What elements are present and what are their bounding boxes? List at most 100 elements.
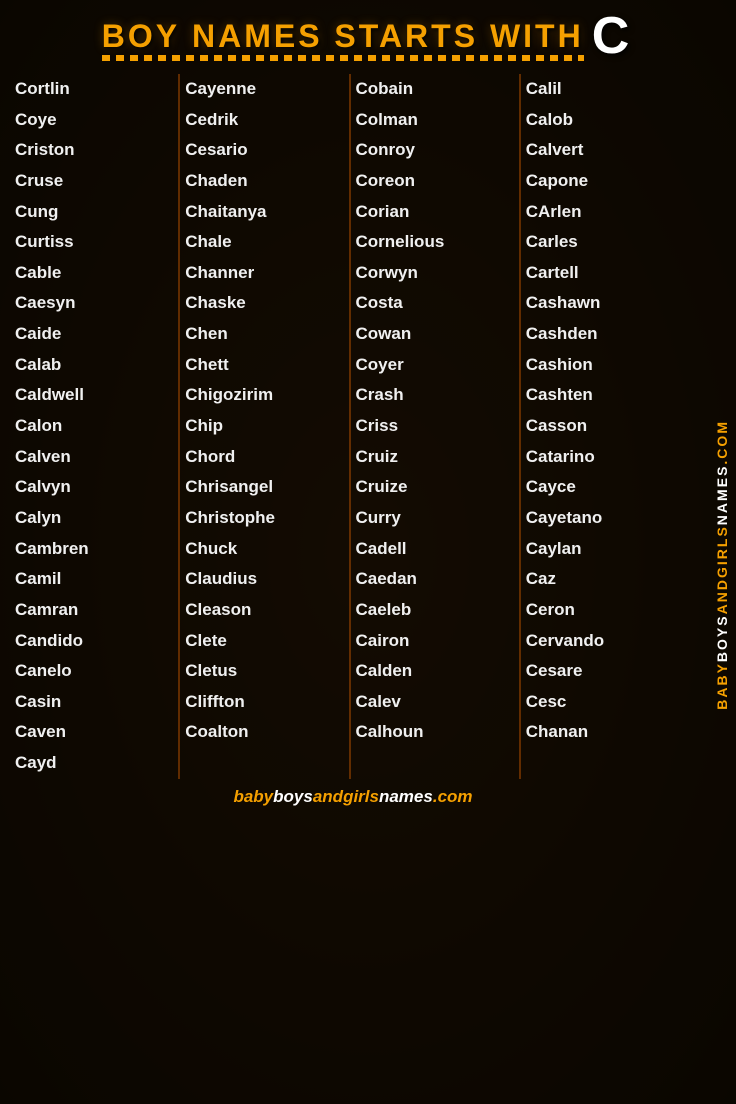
name-item: Claudius <box>185 564 343 595</box>
name-item: Costa <box>356 288 514 319</box>
name-item: Chett <box>185 350 343 381</box>
name-item: Chaden <box>185 166 343 197</box>
name-item: Chip <box>185 411 343 442</box>
name-item: Clete <box>185 626 343 657</box>
name-item: Camran <box>15 595 173 626</box>
name-item: Ceron <box>526 595 686 626</box>
name-item: Canelo <box>15 656 173 687</box>
name-item: Cliffton <box>185 687 343 718</box>
name-item: Calvert <box>526 135 686 166</box>
name-item: Chord <box>185 442 343 473</box>
name-item: Caldwell <box>15 380 173 411</box>
side-text-panel: BABYBOYSANDGIRLSNAMES.COM <box>708 75 736 1054</box>
footer-and: and <box>313 787 343 806</box>
name-item: Cornelious <box>356 227 514 258</box>
name-item: Cortlin <box>15 74 173 105</box>
name-column-1: CortlinCoyeCristonCruseCungCurtissCableC… <box>10 74 180 779</box>
name-column-3: CobainColmanConroyCoreonCorianCornelious… <box>351 74 521 779</box>
name-item: Calyn <box>15 503 173 534</box>
footer-names: names <box>379 787 433 806</box>
name-item: Cletus <box>185 656 343 687</box>
name-item: Cayd <box>15 748 173 779</box>
name-item: Cartell <box>526 258 686 289</box>
name-item: Criss <box>356 411 514 442</box>
name-item: Caven <box>15 717 173 748</box>
name-column-4: CalilCalobCalvertCaponeCArlenCarlesCarte… <box>521 74 691 779</box>
name-item: Cobain <box>356 74 514 105</box>
name-item: Calden <box>356 656 514 687</box>
footer-com: .com <box>433 787 473 806</box>
name-item: Cung <box>15 197 173 228</box>
name-item: Chen <box>185 319 343 350</box>
name-item: Chuck <box>185 534 343 565</box>
footer-boys: boys <box>273 787 313 806</box>
name-item: Chrisangel <box>185 472 343 503</box>
name-item: Casin <box>15 687 173 718</box>
name-item: Calil <box>526 74 686 105</box>
name-item: Caedan <box>356 564 514 595</box>
name-item: Cambren <box>15 534 173 565</box>
name-item: Calven <box>15 442 173 473</box>
name-item: Corian <box>356 197 514 228</box>
name-item: Calon <box>15 411 173 442</box>
name-item: Cedrik <box>185 105 343 136</box>
name-item: Cadell <box>356 534 514 565</box>
name-item: Cayenne <box>185 74 343 105</box>
name-item: Coye <box>15 105 173 136</box>
name-item: Cervando <box>526 626 686 657</box>
name-item: Criston <box>15 135 173 166</box>
name-item: Cayce <box>526 472 686 503</box>
name-item: Cairon <box>356 626 514 657</box>
name-item: Calab <box>15 350 173 381</box>
name-item: Coreon <box>356 166 514 197</box>
name-item: Cashion <box>526 350 686 381</box>
name-item: Caz <box>526 564 686 595</box>
name-item: Cleason <box>185 595 343 626</box>
name-column-2: CayenneCedrikCesarioChadenChaitanyaChale… <box>180 74 350 779</box>
name-item: Caeleb <box>356 595 514 626</box>
name-item: Cashawn <box>526 288 686 319</box>
name-item: Chaske <box>185 288 343 319</box>
name-item: Cesare <box>526 656 686 687</box>
title-main: BOY NAMES STARTS WITH <box>102 18 584 55</box>
name-item: Candido <box>15 626 173 657</box>
name-item: Christophe <box>185 503 343 534</box>
title-area: BOY NAMES STARTS WITH C <box>10 10 721 62</box>
name-item: Cruiz <box>356 442 514 473</box>
name-item: Casson <box>526 411 686 442</box>
name-item: Chale <box>185 227 343 258</box>
name-item: Cashden <box>526 319 686 350</box>
name-item: Cowan <box>356 319 514 350</box>
name-item: CArlen <box>526 197 686 228</box>
name-item: Caesyn <box>15 288 173 319</box>
name-item: Calhoun <box>356 717 514 748</box>
name-item: Capone <box>526 166 686 197</box>
name-item: Cashten <box>526 380 686 411</box>
names-grid: CortlinCoyeCristonCruseCungCurtissCableC… <box>10 74 691 779</box>
name-item: Chaitanya <box>185 197 343 228</box>
name-item: Calob <box>526 105 686 136</box>
name-item: Caylan <box>526 534 686 565</box>
name-item: Channer <box>185 258 343 289</box>
footer-baby: baby <box>233 787 273 806</box>
name-item: Cruse <box>15 166 173 197</box>
name-item: Conroy <box>356 135 514 166</box>
name-item: Cesc <box>526 687 686 718</box>
name-item: Cesario <box>185 135 343 166</box>
name-item: Caide <box>15 319 173 350</box>
name-item: Cayetano <box>526 503 686 534</box>
name-item: Curry <box>356 503 514 534</box>
name-item: Cable <box>15 258 173 289</box>
title-letter: C <box>592 10 630 62</box>
side-label: BABYBOYSANDGIRLSNAMES.COM <box>714 420 730 710</box>
name-item: Calvyn <box>15 472 173 503</box>
name-item: Catarino <box>526 442 686 473</box>
name-item: Carles <box>526 227 686 258</box>
name-item: Chanan <box>526 717 686 748</box>
name-item: Curtiss <box>15 227 173 258</box>
name-item: Crash <box>356 380 514 411</box>
name-item: Colman <box>356 105 514 136</box>
name-item: Cruize <box>356 472 514 503</box>
name-item: Coalton <box>185 717 343 748</box>
name-item: Camil <box>15 564 173 595</box>
